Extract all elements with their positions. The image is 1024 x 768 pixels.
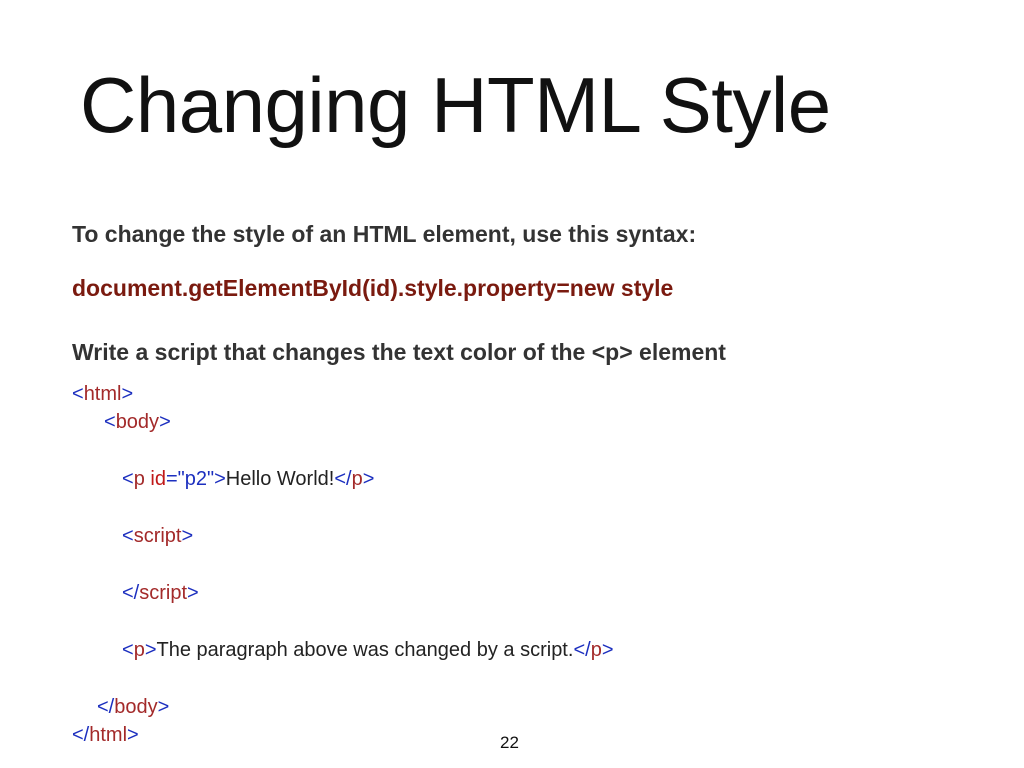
code-tag: p — [351, 468, 363, 490]
code-punct: > — [362, 468, 375, 490]
page-number: 22 — [500, 733, 519, 752]
code-punct: > — [181, 525, 194, 547]
task-text: Write a script that changes the text col… — [72, 339, 726, 365]
code-line-script-close: </script> — [122, 581, 199, 605]
code-punct: </ — [573, 639, 591, 661]
code-punct: > — [127, 724, 139, 746]
code-punct: < — [122, 639, 134, 661]
code-punct: > — [187, 582, 199, 604]
code-punct: > — [121, 383, 134, 405]
code-line-html-open: <html> — [72, 382, 133, 406]
syntax-text: document.getElementById(id).style.proper… — [72, 275, 674, 301]
code-tag: html — [83, 383, 122, 405]
code-punct: </ — [97, 696, 115, 718]
code-tag: body — [115, 411, 160, 433]
code-attr-value: "p2" — [177, 468, 215, 490]
code-punct: < — [72, 383, 84, 405]
code-tag: script — [139, 582, 188, 604]
code-punct: </ — [122, 582, 140, 604]
code-punct: > — [157, 696, 170, 718]
code-tag: p — [133, 468, 145, 490]
code-punct: > — [601, 639, 614, 661]
code-tag: p — [590, 639, 602, 661]
code-punct: < — [104, 411, 116, 433]
code-punct: = — [165, 468, 178, 490]
code-punct: > — [159, 411, 171, 433]
code-tag: html — [89, 724, 128, 746]
code-text: The paragraph above was changed by a scr… — [156, 639, 574, 661]
code-punct: > — [144, 639, 157, 661]
slide-title: Changing HTML Style — [80, 61, 831, 149]
intro-text: To change the style of an HTML element, … — [72, 221, 697, 247]
code-tag: script — [133, 525, 182, 547]
code-punct: > — [214, 468, 226, 490]
code-punct: </ — [334, 468, 352, 490]
code-line-html-close: </html> — [72, 723, 139, 747]
code-line-body-close: </body> — [97, 695, 169, 719]
code-line-body-open: <body> — [104, 410, 171, 434]
code-punct: < — [122, 525, 134, 547]
code-line-p2: <p id="p2">Hello World!</p> — [122, 467, 374, 491]
code-tag: body — [114, 696, 158, 718]
code-tag: p — [133, 639, 145, 661]
code-line-paragraph: <p>The paragraph above was changed by a … — [122, 638, 614, 662]
code-punct: < — [122, 468, 134, 490]
code-attr: id — [150, 468, 166, 490]
code-text: Hello World! — [225, 468, 335, 490]
code-line-script-open: <script> — [122, 524, 193, 548]
code-punct: </ — [72, 724, 90, 746]
